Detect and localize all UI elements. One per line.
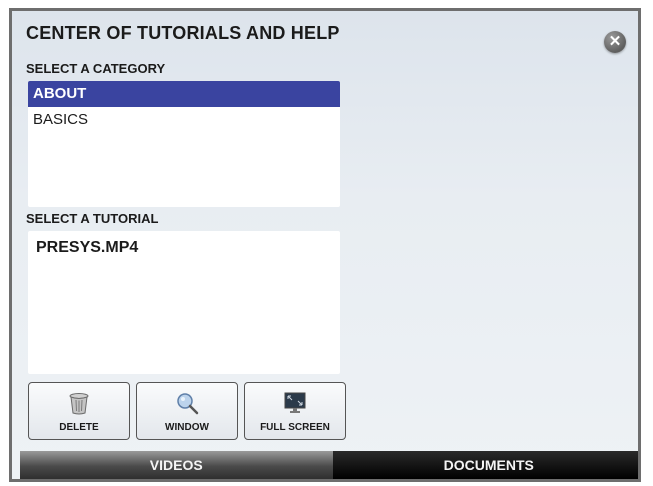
tutorial-list[interactable]: PRESYS.MP4 [28,231,340,374]
delete-button[interactable]: DELETE [28,382,130,440]
monitor-icon [284,392,306,413]
close-icon: ✕ [608,33,622,50]
tutorial-section-label: SELECT A TUTORIAL [26,211,159,226]
tab-videos[interactable]: VIDEOS [20,451,333,479]
category-section-label: SELECT A CATEGORY [26,61,166,76]
delete-label: DELETE [59,422,99,433]
help-dialog: CENTER OF TUTORIALS AND HELP ✕ SELECT A … [9,8,641,482]
tutorial-item-presys[interactable]: PRESYS.MP4 [28,231,340,257]
tab-documents[interactable]: DOCUMENTS [332,451,638,479]
trash-icon [69,393,89,415]
full-screen-label: FULL SCREEN [260,422,330,433]
full-screen-button[interactable]: FULL SCREEN [244,382,346,440]
close-button[interactable]: ✕ [604,31,626,53]
category-item-about[interactable]: ABOUT [28,81,340,107]
window-button[interactable]: WINDOW [136,382,238,440]
dialog-title: CENTER OF TUTORIALS AND HELP [26,23,340,43]
window-label: WINDOW [165,422,209,433]
category-item-basics[interactable]: BASICS [28,107,340,133]
category-list[interactable]: ABOUT BASICS [28,81,340,207]
magnifier-icon [177,393,199,415]
bottom-tab-bar: VIDEOS DOCUMENTS [20,451,638,479]
